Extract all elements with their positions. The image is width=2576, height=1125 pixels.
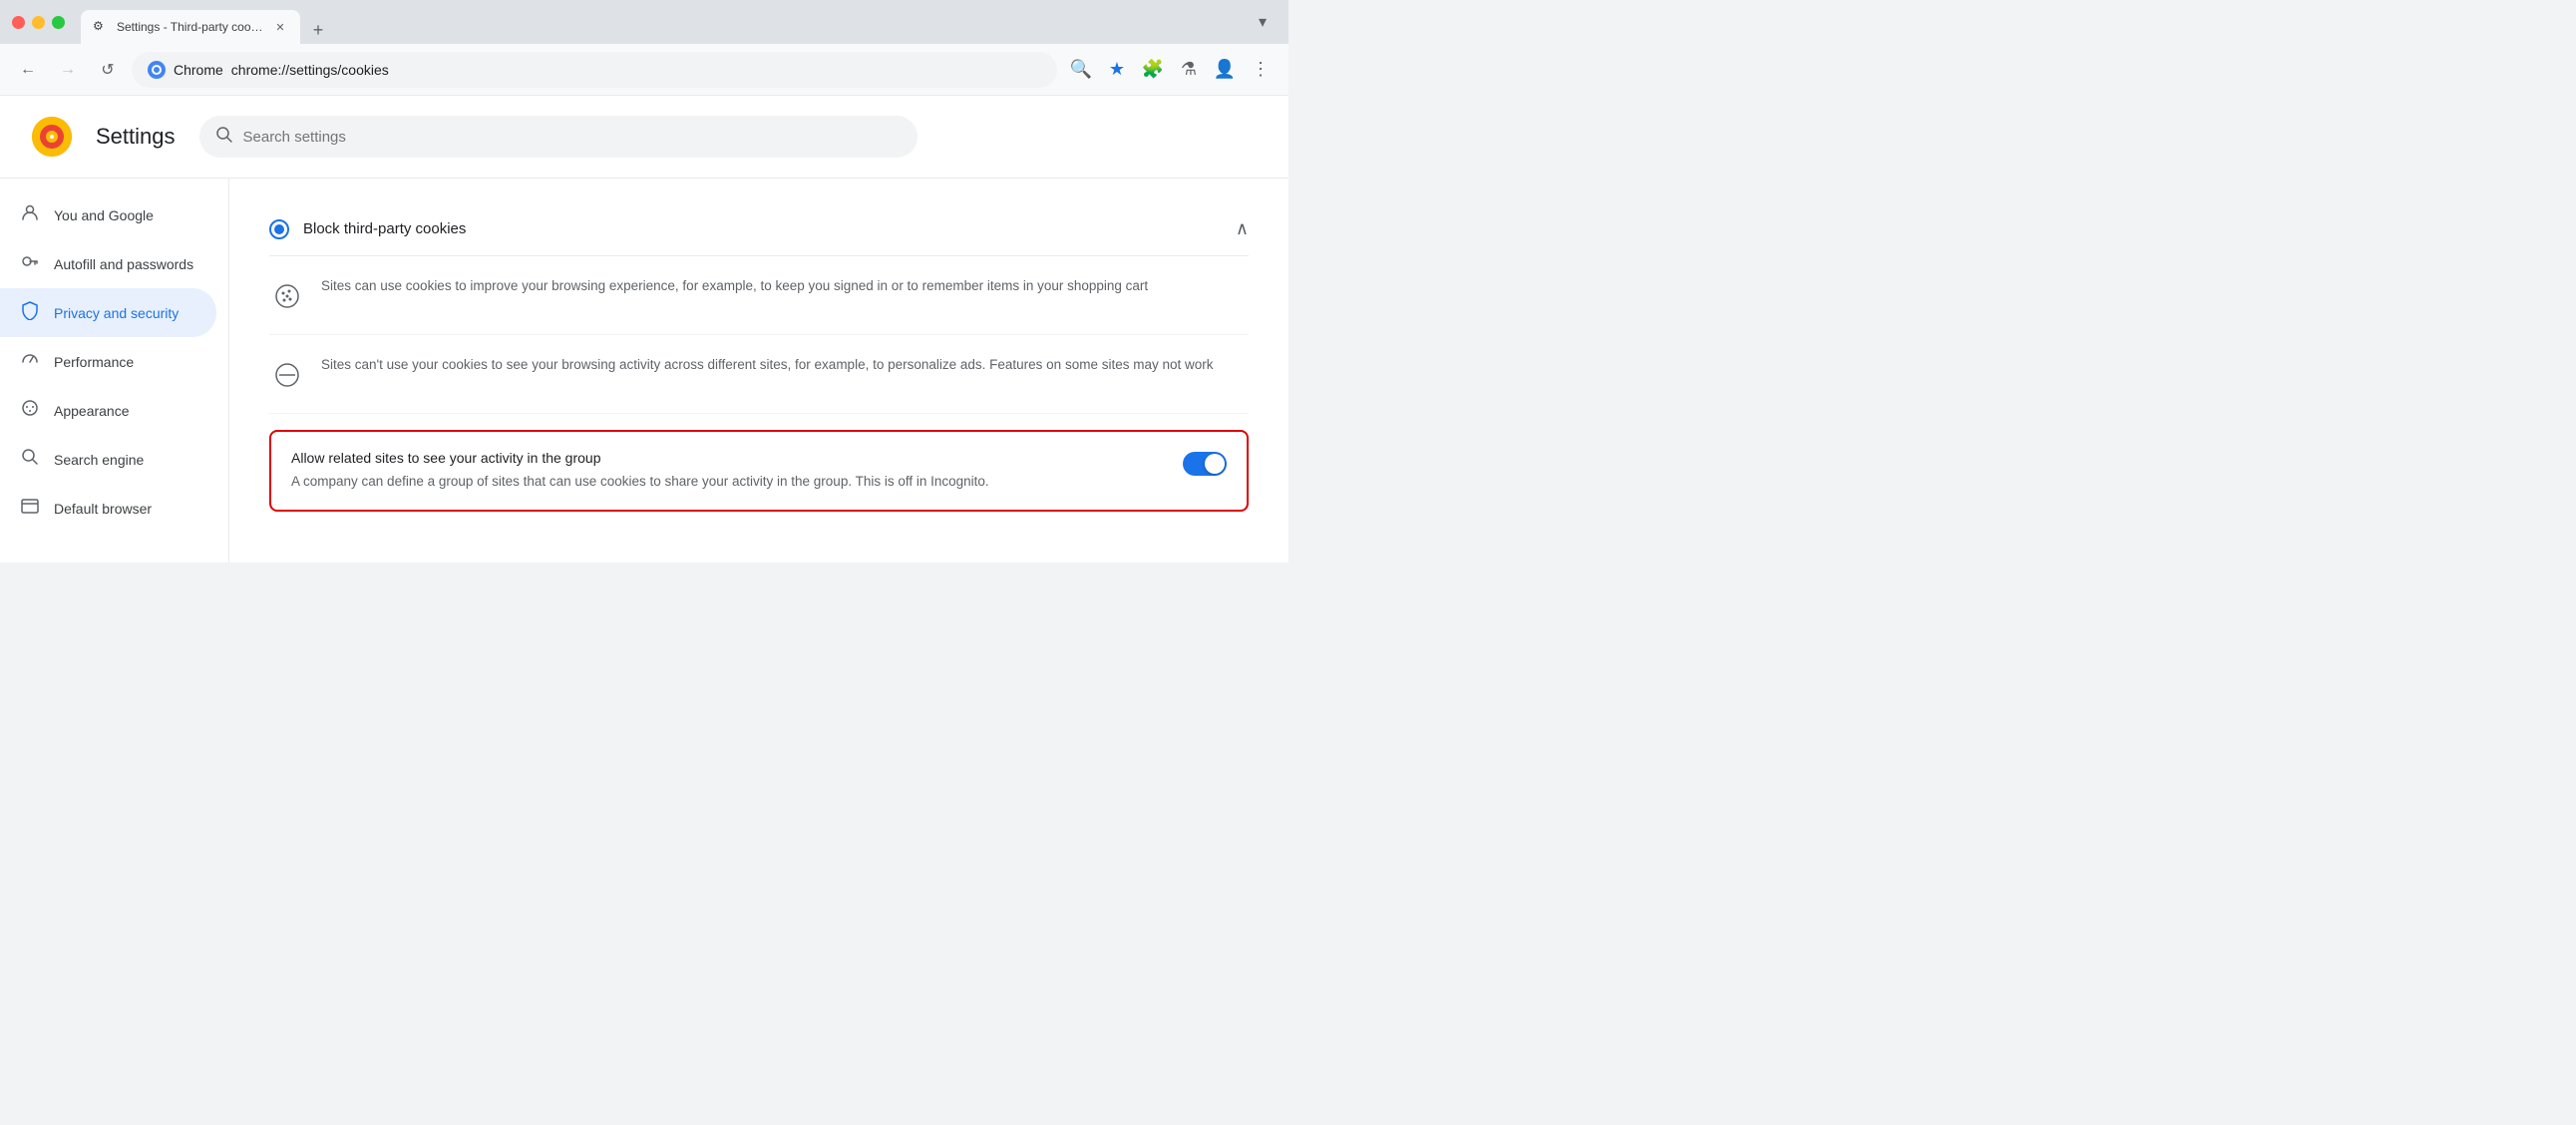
content-area: Block third-party cookies ∧ — [229, 179, 1288, 562]
person-icon — [20, 202, 40, 227]
palette-icon — [20, 398, 40, 423]
forward-button[interactable]: → — [52, 54, 84, 86]
menu-button[interactable]: ⋮ — [1245, 54, 1277, 86]
settings-search-box[interactable] — [199, 116, 918, 158]
toggle-thumb — [1205, 454, 1225, 474]
radio-block-cookies[interactable] — [269, 219, 289, 239]
extensions-button[interactable]: 🧩 — [1137, 54, 1169, 86]
sidebar-item-performance[interactable]: Performance — [0, 337, 216, 386]
new-tab-button[interactable]: + — [304, 16, 332, 44]
desc-item-2: Sites can't use your cookies to see your… — [269, 335, 1249, 414]
sidebar-item-autofill[interactable]: Autofill and passwords — [0, 239, 216, 288]
tabs-area: ⚙ Settings - Third-party cookie ✕ + — [81, 0, 1241, 44]
settings-logo — [32, 117, 72, 157]
tab-favicon-icon: ⚙ — [93, 19, 109, 35]
nav-bar: ← → ↺ Chrome chrome://settings/cookies 🔍… — [0, 44, 1288, 96]
sidebar-label-you-and-google: You and Google — [54, 207, 154, 223]
highlight-desc: A company can define a group of sites th… — [291, 472, 1167, 492]
sidebar-item-search-engine[interactable]: Search engine — [0, 435, 216, 484]
expand-collapse-button[interactable]: ∧ — [1236, 218, 1249, 239]
section-title: Block third-party cookies — [303, 220, 466, 237]
search-icon — [20, 447, 40, 472]
omnibox[interactable]: Chrome chrome://settings/cookies — [132, 52, 1057, 88]
profile-button[interactable]: 👤 — [1209, 54, 1241, 86]
nav-actions: 🔍 ★ 🧩 ⚗ 👤 ⋮ — [1065, 54, 1277, 86]
back-button[interactable]: ← — [12, 54, 44, 86]
main-content: Settings You and Google — [0, 96, 1288, 562]
tab-dropdown-button[interactable]: ▾ — [1249, 8, 1277, 36]
sidebar-item-default-browser[interactable]: Default browser — [0, 484, 216, 533]
section-header-left: Block third-party cookies — [269, 219, 466, 239]
omnibox-url: chrome://settings/cookies — [231, 62, 1041, 78]
omnibox-brand: Chrome — [174, 62, 223, 78]
search-icon — [215, 126, 233, 149]
maximize-button[interactable] — [52, 16, 65, 29]
sidebar-label-search: Search engine — [54, 452, 144, 468]
gauge-icon — [20, 349, 40, 374]
browser-frame: ⚙ Settings - Third-party cookie ✕ + ▾ ← … — [0, 0, 1288, 562]
body-layout: You and Google Autofill and passwords Pr… — [0, 179, 1288, 562]
sidebar-label-privacy: Privacy and security — [54, 305, 179, 321]
search-input[interactable] — [243, 129, 902, 146]
lab-button[interactable]: ⚗ — [1173, 54, 1205, 86]
block-icon — [269, 357, 305, 393]
sidebar-label-default-browser: Default browser — [54, 501, 152, 517]
sidebar-label-performance: Performance — [54, 354, 134, 370]
highlight-box: Allow related sites to see your activity… — [269, 430, 1249, 512]
minimize-button[interactable] — [32, 16, 45, 29]
settings-header: Settings — [0, 96, 1288, 179]
section-header: Block third-party cookies ∧ — [269, 202, 1249, 256]
omnibox-favicon-icon — [148, 61, 166, 79]
sidebar-item-appearance[interactable]: Appearance — [0, 386, 216, 435]
desc-text-1: Sites can use cookies to improve your br… — [321, 276, 1148, 296]
search-page-button[interactable]: 🔍 — [1065, 54, 1097, 86]
close-button[interactable] — [12, 16, 25, 29]
sidebar-label-appearance: Appearance — [54, 403, 130, 419]
sidebar-label-autofill: Autofill and passwords — [54, 256, 193, 272]
reload-button[interactable]: ↺ — [92, 54, 124, 86]
sidebar-item-privacy[interactable]: Privacy and security — [0, 288, 216, 337]
highlight-title: Allow related sites to see your activity… — [291, 450, 1167, 466]
active-tab[interactable]: ⚙ Settings - Third-party cookie ✕ — [81, 10, 300, 44]
bookmark-button[interactable]: ★ — [1101, 54, 1133, 86]
tab-close-button[interactable]: ✕ — [272, 19, 288, 35]
shield-icon — [20, 300, 40, 325]
desc-item-1: Sites can use cookies to improve your br… — [269, 256, 1249, 335]
traffic-lights — [12, 16, 65, 29]
title-bar: ⚙ Settings - Third-party cookie ✕ + ▾ — [0, 0, 1288, 44]
desc-text-2: Sites can't use your cookies to see your… — [321, 355, 1214, 375]
sidebar-item-you-and-google[interactable]: You and Google — [0, 190, 216, 239]
key-icon — [20, 251, 40, 276]
activity-toggle[interactable] — [1183, 452, 1227, 476]
highlight-text-block: Allow related sites to see your activity… — [291, 450, 1167, 492]
sidebar: You and Google Autofill and passwords Pr… — [0, 179, 229, 562]
settings-title: Settings — [96, 124, 176, 150]
tab-title: Settings - Third-party cookie — [117, 20, 264, 34]
cookie-icon — [269, 278, 305, 314]
browser-icon — [20, 496, 40, 521]
